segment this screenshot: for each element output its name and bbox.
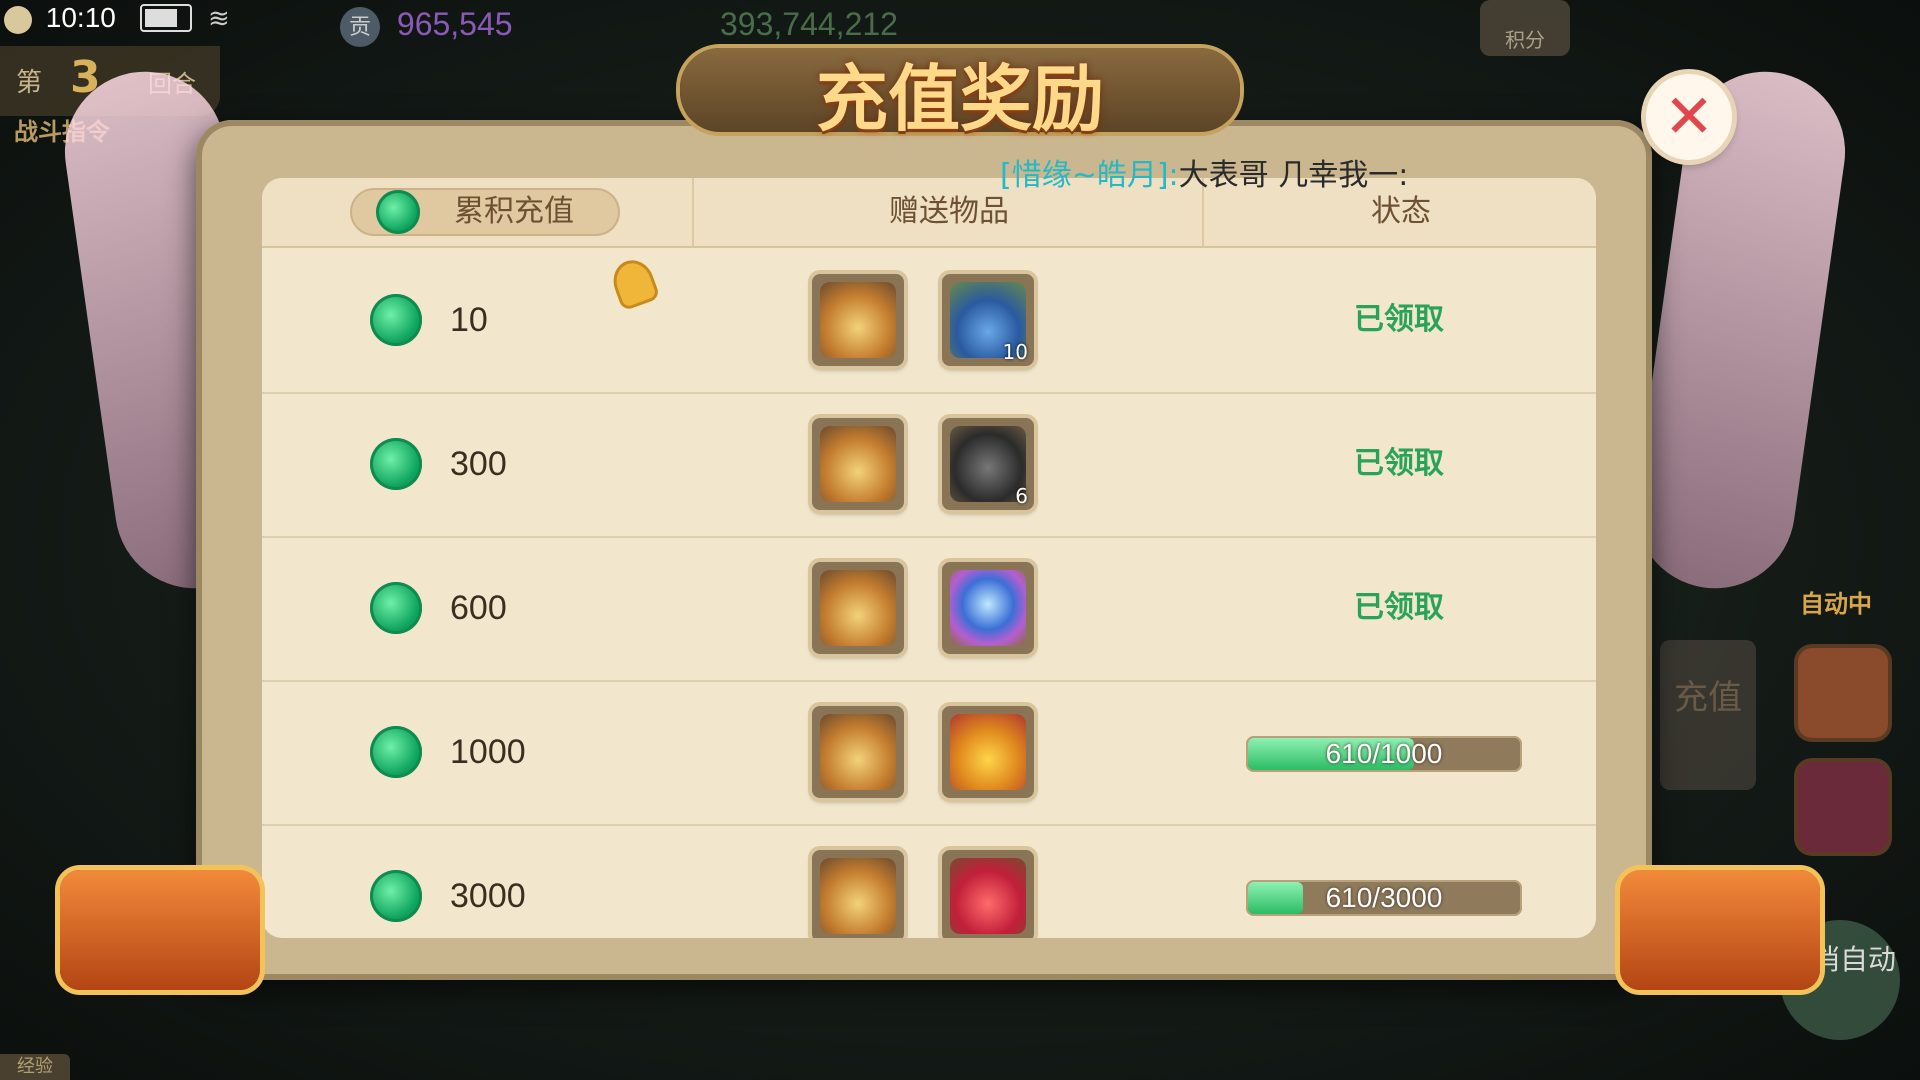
currency-primary-value: 965,545 <box>396 6 513 42</box>
broadcast-text: 大表哥 几幸我一: <box>1178 158 1409 193</box>
gift-slot[interactable] <box>812 562 904 654</box>
progress-bar: 610/1000 <box>1246 736 1522 772</box>
silver-bag-icon <box>820 282 896 358</box>
silver-bag-icon <box>820 426 896 502</box>
auto-battle-status: 自动中 <box>1800 590 1872 618</box>
status-claimed: 已领取 <box>1354 590 1444 625</box>
wifi-icon: ≋ <box>208 4 230 34</box>
gift-slot[interactable] <box>812 418 904 510</box>
status-bar: 10:10 ≋ 贡 965,545 393,744,212 积分 <box>0 0 1920 56</box>
exp-tag: 经验 <box>0 1054 70 1080</box>
reward-row: 1000 610/1000 <box>262 680 1596 826</box>
jade-icon <box>370 726 422 778</box>
silver-bag-icon <box>820 570 896 646</box>
recharge-shortcut[interactable]: 充值 <box>1660 640 1756 790</box>
points-button[interactable]: 积分 <box>1480 0 1570 56</box>
silver-bag-icon <box>820 858 896 934</box>
broadcast-message: [惜缘~皓月]:大表哥 几幸我一: <box>1000 150 1408 194</box>
skill-swords-icon[interactable] <box>1798 648 1888 738</box>
gift-quantity: 10 <box>1002 340 1028 364</box>
gift-slot[interactable]: 6 <box>942 418 1034 510</box>
recharge-amount: 3000 <box>450 877 526 915</box>
jade-icon <box>376 190 420 234</box>
recharge-amount: 1000 <box>450 733 526 771</box>
tab-label: 累积充值 <box>454 194 574 229</box>
gift-slot[interactable]: 10 <box>942 274 1034 366</box>
currency-secondary-value: 393,744,212 <box>720 6 898 42</box>
recharge-amount: 10 <box>450 301 488 339</box>
reward-table: 累积充值 赠送物品 状态 10 10 已领取 300 6 已领取 600 已领取 <box>262 178 1596 938</box>
dialog-title: 充值奖励 <box>815 56 1104 141</box>
close-button[interactable]: ✕ <box>1646 74 1732 160</box>
recharge-amount: 300 <box>450 445 507 483</box>
red-pouch-icon <box>950 858 1026 934</box>
reward-row: 600 已领取 <box>262 536 1596 682</box>
settings-gear-icon[interactable] <box>4 5 32 34</box>
progress-bar: 610/3000 <box>1246 880 1522 916</box>
jade-icon <box>370 870 422 922</box>
gift-slot[interactable] <box>942 562 1034 654</box>
progress-text: 610/1000 <box>1325 738 1443 769</box>
jade-icon <box>370 438 422 490</box>
tab-cumulative-recharge[interactable]: 累积充值 <box>350 188 620 236</box>
reward-row: 3000 610/3000 <box>262 824 1596 938</box>
jade-icon <box>370 582 422 634</box>
system-clock: 10:10 <box>4 2 116 34</box>
broadcast-speaker: [惜缘~皓月]: <box>1000 158 1179 193</box>
gift-slot[interactable] <box>812 850 904 938</box>
gift-slot[interactable] <box>942 706 1034 798</box>
lucky-pouch-icon <box>950 714 1026 790</box>
status-claimed: 已领取 <box>1354 302 1444 337</box>
skill-emblem-icon[interactable] <box>1798 762 1888 852</box>
recharge-amount: 600 <box>450 589 507 627</box>
progress-text: 610/3000 <box>1325 882 1443 913</box>
crystal-orb-icon <box>950 570 1026 646</box>
header-recharge: 累积充值 <box>262 178 692 246</box>
gift-slot[interactable] <box>942 850 1034 938</box>
recharge-reward-dialog: 累积充值 赠送物品 状态 10 10 已领取 300 6 已领取 600 已领取 <box>196 120 1652 980</box>
reward-row: 10 10 已领取 <box>262 248 1596 394</box>
currency-primary: 贡 965,545 <box>340 6 513 47</box>
jade-icon <box>370 294 422 346</box>
gift-slot[interactable] <box>812 706 904 798</box>
tribute-coin-icon: 贡 <box>340 6 380 47</box>
clock-time: 10:10 <box>45 2 116 33</box>
treasure-chest-icon <box>60 870 260 990</box>
battery-icon <box>140 4 192 32</box>
treasure-chest-icon <box>1620 870 1820 990</box>
reward-row: 300 6 已领取 <box>262 392 1596 538</box>
gift-quantity: 6 <box>1015 484 1028 508</box>
gift-slot[interactable] <box>812 274 904 366</box>
silver-bag-icon <box>820 714 896 790</box>
round-prefix: 第 <box>16 68 43 98</box>
status-claimed: 已领取 <box>1354 446 1444 481</box>
